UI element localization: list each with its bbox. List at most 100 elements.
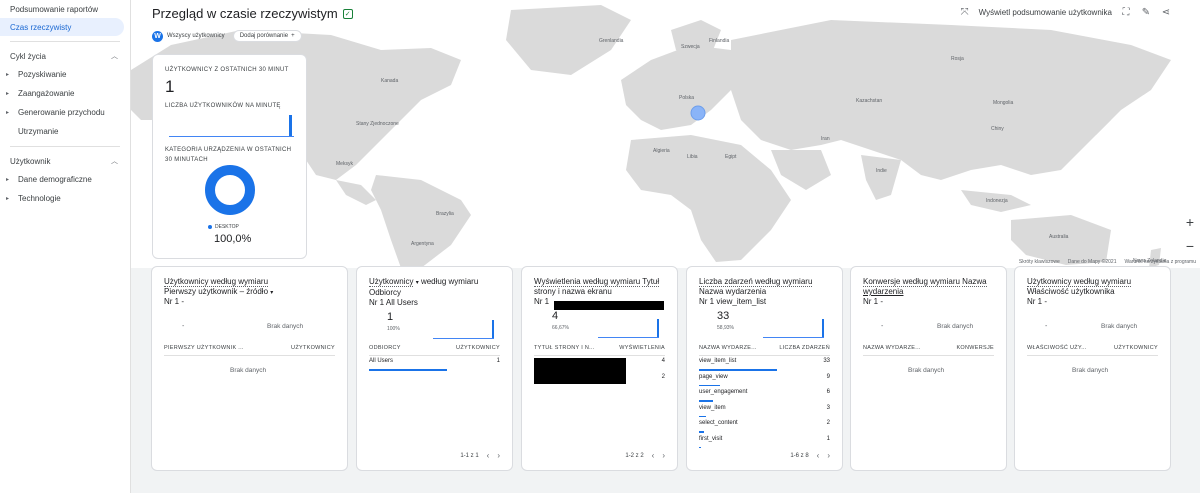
- zoom-out-icon[interactable]: −: [1186, 238, 1194, 254]
- sidebar-item-realtime[interactable]: Czas rzeczywisty: [0, 18, 124, 36]
- col-header[interactable]: UŻYTKOWNICY: [1114, 345, 1158, 351]
- dimension-label: Pierwszy użytkownik – źródło: [164, 287, 269, 296]
- sidebar-section-user[interactable]: Użytkownik ︿: [0, 152, 130, 170]
- col-header[interactable]: LICZBA ZDARZEŃ: [779, 345, 830, 351]
- dimension-label[interactable]: Nazwa wydarzenia: [699, 287, 830, 296]
- check-icon[interactable]: ✓: [342, 8, 353, 19]
- device-donut-chart[interactable]: [203, 163, 257, 217]
- spark-bar: [657, 319, 659, 337]
- comparison-chips: W Wszyscy użytkownicy Dodaj porównanie +: [152, 30, 302, 42]
- dimension-label[interactable]: wydarzenia: [863, 287, 994, 296]
- dimension-select[interactable]: Pierwszy użytkownik – źródło ▾: [164, 287, 335, 296]
- device-legend: DESKTOP: [208, 224, 239, 230]
- zoom-in-icon[interactable]: +: [1186, 214, 1194, 230]
- map-terms-link[interactable]: Warunki korzystania z programu: [1124, 259, 1196, 265]
- table-row[interactable]: All Users 1: [369, 358, 500, 374]
- card-first-user-source: Użytkownicy według wymiaru Pierwszy użyt…: [151, 266, 348, 471]
- row-value: 2: [661, 373, 665, 380]
- col-header[interactable]: NAZWA WYDARZE...: [863, 345, 921, 351]
- card-title[interactable]: Wyświetlenia według wymiaru Tytuł: [534, 277, 665, 287]
- table-row[interactable]: view_item 3: [699, 405, 830, 421]
- col-header[interactable]: ODBIORCY: [369, 345, 401, 351]
- col-header[interactable]: WYŚWIETLENIA: [619, 345, 665, 351]
- map-bubble[interactable]: [690, 105, 706, 121]
- row-share-bar: [699, 384, 721, 386]
- chevron-left-icon[interactable]: ‹: [487, 451, 490, 460]
- chevron-right-icon[interactable]: ›: [827, 451, 830, 460]
- card-title[interactable]: Konwersje według wymiaru Nazwa: [863, 277, 994, 287]
- sidebar-item-reports-summary[interactable]: Podsumowanie raportów: [0, 0, 130, 18]
- add-comparison-button[interactable]: Dodaj porównanie +: [232, 30, 302, 42]
- nr-value: -: [181, 297, 185, 306]
- row-value: 33: [823, 358, 830, 364]
- card-title[interactable]: Użytkownicy według wymiaru: [164, 277, 335, 287]
- segment-badge: W: [152, 30, 163, 42]
- table-row[interactable]: view_item_list 33: [699, 358, 830, 374]
- plus-icon: +: [291, 33, 295, 39]
- table-row[interactable]: user_engagement 6: [699, 389, 830, 405]
- table-header: ODBIORCY UŻYTKOWNICY: [369, 345, 500, 356]
- table-rows: All Users 1: [369, 358, 500, 374]
- chevron-right-icon[interactable]: ›: [662, 451, 665, 460]
- edit-icon[interactable]: ✎: [1140, 6, 1152, 18]
- table-row[interactable]: page_view 9: [699, 374, 830, 390]
- map-label: Stany Zjednoczone: [356, 121, 399, 127]
- realtime-users-value: 1: [165, 77, 175, 96]
- no-data-text: Brak danych: [267, 323, 304, 330]
- dimension-label[interactable]: Odbiorcy: [369, 288, 500, 297]
- nr-value: -: [880, 297, 884, 306]
- col-header[interactable]: UŻYTKOWNICY: [291, 345, 335, 351]
- chevron-up-icon: ︿: [111, 53, 118, 60]
- chevron-left-icon[interactable]: ‹: [817, 451, 820, 460]
- map-label: Meksyk: [336, 161, 353, 167]
- map-label: Algieria: [653, 148, 670, 154]
- sidebar-item-engagement[interactable]: ▸ Zaangażowanie: [0, 84, 130, 103]
- redacted-block: [554, 301, 664, 310]
- row-share-bar: [369, 369, 447, 371]
- sparkline[interactable]: [598, 319, 659, 338]
- sidebar-item-demographics[interactable]: ▸ Dane demograficzne: [0, 170, 130, 189]
- table-row[interactable]: select_content 2: [699, 420, 830, 436]
- row-name: first_visit: [699, 435, 723, 442]
- chevron-right-icon[interactable]: ›: [497, 451, 500, 460]
- top-item: Nr 1 -: [863, 297, 994, 306]
- sidebar-item-retention[interactable]: Utrzymanie: [0, 122, 130, 141]
- caret-down-icon: ▾: [270, 290, 274, 296]
- sidebar-item-label: Czas rzeczywisty: [10, 22, 72, 32]
- col-header[interactable]: PIERWSZY UŻYTKOWNIK ...: [164, 345, 244, 351]
- per-minute-chart[interactable]: [169, 115, 294, 137]
- card-title[interactable]: Użytkownicy ▾ według wymiaru: [369, 277, 500, 288]
- table-row[interactable]: first_visit 1: [699, 436, 830, 452]
- chevron-left-icon[interactable]: ‹: [652, 451, 655, 460]
- user-summary-button[interactable]: Wyświetl podsumowanie użytkownika: [979, 8, 1112, 17]
- sidebar-divider: [10, 41, 120, 42]
- col-header[interactable]: NAZWA WYDARZE...: [699, 345, 757, 351]
- spark-bar: [822, 319, 824, 337]
- col-header[interactable]: TYTUŁ STRONY I N...: [534, 345, 595, 351]
- col-header[interactable]: WŁAŚCIWOŚĆ UŻY...: [1027, 345, 1087, 351]
- sparkline[interactable]: [763, 319, 824, 338]
- sparkline[interactable]: [433, 320, 494, 339]
- device-pct: 100,0%: [214, 233, 252, 245]
- all-users-chip[interactable]: W Wszyscy użytkownicy: [152, 30, 225, 42]
- col-header[interactable]: UŻYTKOWNICY: [456, 345, 500, 351]
- fullscreen-icon[interactable]: ⛶: [1120, 6, 1132, 18]
- sidebar-item-monetization[interactable]: ▸ Generowanie przychodu: [0, 103, 130, 122]
- col-header[interactable]: KONWERSJE: [956, 345, 994, 351]
- spark-bar: [492, 320, 494, 338]
- map-shortcuts-link[interactable]: Skróty klawiszowe: [1019, 259, 1060, 265]
- row-share-bar: [699, 446, 702, 448]
- sidebar-item-acquisition[interactable]: ▸ Pozyskiwanie: [0, 65, 130, 84]
- share-icon[interactable]: ⋖: [1160, 6, 1172, 18]
- dimension-label[interactable]: Właściwość użytkownika: [1027, 287, 1158, 296]
- sidebar-item-tech[interactable]: ▸ Technologie: [0, 189, 130, 208]
- dimension-label[interactable]: strony i nazwa ekranu: [534, 287, 665, 296]
- toolbar: ⤧ Wyświetl podsumowanie użytkownika ⛶ ✎ …: [959, 6, 1172, 18]
- map-label: Szwecja: [681, 44, 700, 50]
- map-label: Finlandia: [709, 38, 730, 44]
- card-title[interactable]: Liczba zdarzeń według wymiaru: [699, 277, 830, 287]
- sidebar-section-lifecycle[interactable]: Cykl życia ︿: [0, 47, 130, 65]
- row-name: view_item_list: [699, 358, 737, 364]
- redacted-block: [534, 358, 626, 384]
- card-title[interactable]: Użytkownicy według wymiaru: [1027, 277, 1158, 287]
